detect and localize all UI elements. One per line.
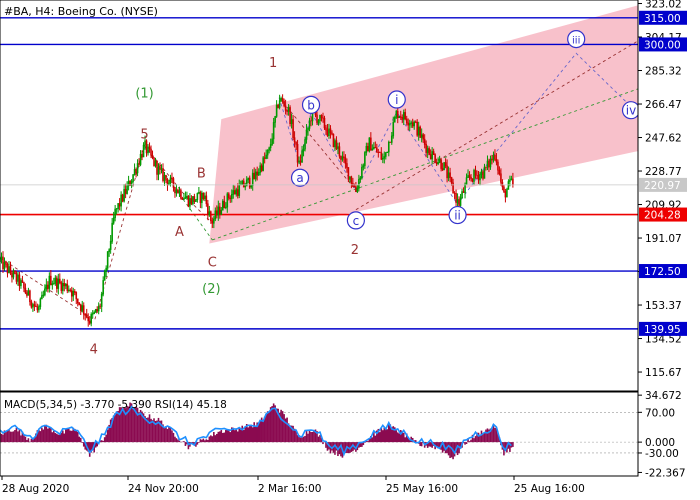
indicator-title: MACD(5,34,5) -3.770 -5.390 RSI(14) 45.18 [4, 399, 227, 411]
wave-label: 5 [140, 127, 148, 142]
wave-label: (1) [135, 86, 153, 101]
time-tick-label: 25 Aug 16:00 [514, 483, 585, 495]
wave-circle-label: b [307, 98, 315, 112]
price-tick-label: 115.67 [645, 367, 682, 379]
indicator-tick-label: -22.367 [645, 467, 686, 479]
chart-title: #BA, H4: Boeing Co. (NYSE) [4, 5, 158, 18]
wave-circle-label: iv [626, 104, 636, 118]
level-tag-label: 300.00 [644, 39, 681, 51]
price-tick-label: 285.32 [645, 66, 682, 78]
wave-circle-label: c [353, 214, 360, 228]
price-chart: (1)5BAC(2)412baciiiiiiiv 323.02304.17285… [0, 0, 700, 500]
time-tick-label: 28 Aug 2020 [2, 483, 69, 495]
time-tick-label: 24 Nov 20:00 [128, 483, 199, 495]
level-tag-label: 172.50 [644, 266, 681, 278]
price-tick-label: 247.62 [645, 133, 682, 145]
price-tick-label: 228.77 [645, 166, 682, 178]
price-tick-label: 153.37 [645, 300, 682, 312]
indicator-tick-label: -30.00 [645, 448, 679, 460]
indicator-tick-label: 70.00 [645, 407, 675, 419]
price-tick-label: 191.07 [645, 233, 682, 245]
wave-label: (2) [202, 282, 220, 297]
wave-circle-label: a [296, 171, 303, 185]
wave-label: 2 [351, 243, 359, 258]
wave-circle-label: i [395, 93, 398, 107]
current-price-label: 220.97 [644, 180, 681, 192]
wave-label: 4 [90, 342, 98, 357]
wave-circle-label: ii [454, 209, 461, 223]
time-tick-label: 2 Mar 16:00 [258, 483, 321, 495]
wave-label: B [197, 166, 206, 181]
level-tag-label: 204.28 [644, 210, 681, 222]
wave-circle-label: iii [572, 36, 580, 47]
wave-label: 1 [269, 56, 277, 71]
indicator-tick-label: 34.672 [645, 390, 682, 402]
price-tick-label: 266.47 [645, 99, 682, 111]
wave-label: C [208, 255, 217, 270]
price-tick-label: 323.02 [645, 0, 682, 11]
wave-label: A [175, 225, 184, 240]
level-tag-label: 315.00 [644, 13, 681, 25]
time-tick-label: 25 May 16:00 [386, 483, 458, 495]
level-tag-label: 139.95 [644, 324, 681, 336]
